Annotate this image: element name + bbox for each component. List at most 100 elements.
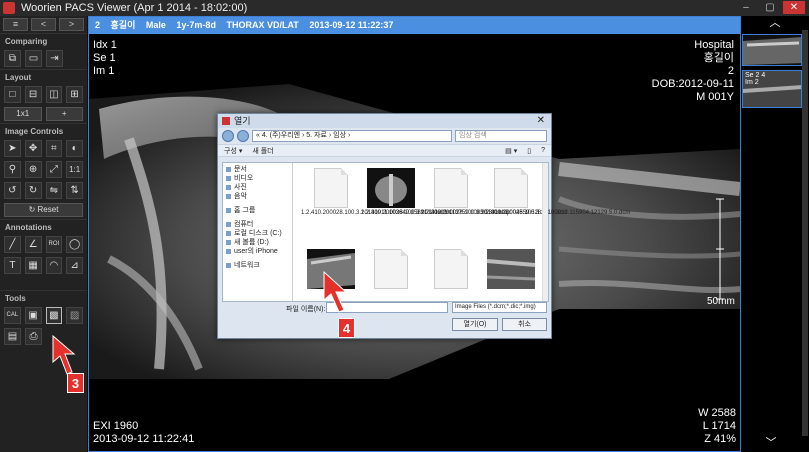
pointer-icon[interactable]: ➤ — [4, 140, 21, 157]
calibration-icon[interactable]: CAL — [4, 307, 21, 324]
layout-add-button[interactable]: + — [45, 107, 83, 121]
thumb-series-label: Se 2 4 — [745, 72, 766, 79]
open-file-dialog: 열기 ✕ « 4. (주)우리엔 › 5. 자료 › 임상 › 임상 검색 구성… — [217, 113, 630, 339]
section-image-controls: Image Controls — [0, 123, 87, 138]
nav-volume-d[interactable]: 새 볼륨 (D:) — [226, 238, 289, 247]
roi-curve-icon[interactable]: ◠ — [45, 257, 63, 274]
file-name: 1.2.410.200028.100.3.20130912.004559.528… — [421, 210, 568, 216]
thumbnail-scrollbar[interactable] — [802, 30, 808, 436]
report-icon[interactable]: ▤ — [4, 328, 21, 345]
text-icon[interactable]: T — [4, 257, 21, 274]
dialog-app-icon — [222, 117, 230, 125]
nav-pictures[interactable]: 사진 — [226, 183, 289, 192]
filetype-select[interactable]: Image Files (*.dcm;*.dic;*.img) — [452, 302, 547, 313]
file-item[interactable] — [421, 249, 481, 291]
roi-rect-icon[interactable]: ROI — [45, 236, 63, 253]
layout-2v-icon[interactable]: ◫ — [45, 86, 63, 103]
dcm-file-icon — [494, 168, 528, 208]
zoom-area-icon[interactable]: ⊕ — [24, 161, 42, 178]
hamburger-menu-icon[interactable]: ≡ — [3, 18, 28, 31]
file-item[interactable] — [361, 249, 421, 291]
maximize-button[interactable]: ▢ — [759, 1, 781, 14]
overlay-window: W 2588 — [698, 407, 736, 419]
help-icon[interactable]: ? — [541, 147, 545, 154]
overlay-patient-id: 2 — [727, 65, 734, 77]
nav-videos[interactable]: 비디오 — [226, 174, 289, 183]
export-image-icon[interactable]: ▨ — [66, 307, 83, 324]
invert-icon[interactable]: ◐ — [66, 140, 83, 157]
cancel-button[interactable]: 취소 — [502, 318, 547, 331]
info-study: THORAX VD/LAT — [226, 20, 299, 30]
section-comparing: Comparing — [0, 33, 87, 48]
file-item[interactable] — [481, 249, 541, 291]
roi-ellipse-icon[interactable]: ◯ — [66, 236, 83, 253]
file-item[interactable]: 1.2.410.200028.100.3.20130912.004559.528… — [421, 168, 568, 217]
minimize-button[interactable]: – — [735, 1, 757, 14]
scroll-down-icon[interactable]: ﹀ — [741, 436, 801, 450]
open-button[interactable]: 열기(O) — [452, 318, 498, 331]
nav-homegroup[interactable]: 홈 그룹 — [226, 206, 289, 215]
preview-pane-icon[interactable]: ▯ — [527, 147, 531, 155]
layout-1x1-button[interactable]: 1x1 — [4, 107, 42, 121]
close-button[interactable]: ✕ — [783, 1, 805, 14]
layout-4-icon[interactable]: ⊞ — [66, 86, 83, 103]
reset-label: Reset — [37, 205, 59, 214]
save-icon[interactable]: ▣ — [24, 307, 42, 324]
file-item[interactable]: 1.2.410.200028.100.3.20130911.103649.158… — [301, 168, 451, 217]
scale-1-1-icon[interactable]: 1:1 — [66, 161, 83, 178]
nav-local-disk-c[interactable]: 로컬 디스크 (C:) — [226, 229, 289, 238]
path-bar[interactable]: « 4. (주)우리엔 › 5. 자료 › 임상 › — [252, 130, 452, 142]
print-icon[interactable]: ⎙ — [25, 328, 42, 345]
fit-icon[interactable]: ⤢ — [45, 161, 63, 178]
crop-icon[interactable]: ⌗ — [45, 140, 63, 157]
back-icon[interactable] — [222, 130, 234, 142]
file-item[interactable]: 1.2.410.200028.100.3.20130911.113759.108… — [361, 168, 511, 217]
rotate-left-icon[interactable]: ↺ — [4, 182, 21, 199]
layout-2h-icon[interactable]: ⊟ — [24, 86, 42, 103]
rotate-right-icon[interactable]: ↻ — [24, 182, 42, 199]
compare-icon[interactable]: ⧉ — [4, 50, 21, 67]
dialog-title: 열기 — [234, 116, 251, 126]
angle-icon[interactable]: ∠ — [24, 236, 42, 253]
dialog-close-icon[interactable]: ✕ — [537, 114, 545, 128]
reset-button[interactable]: ↻ Reset — [4, 203, 83, 217]
export-icon[interactable]: ⇥ — [46, 50, 63, 67]
flip-v-icon[interactable]: ⇅ — [66, 182, 83, 199]
nav-network[interactable]: 네트워크 — [226, 261, 289, 270]
overlay-exposure: EXI 1960 — [93, 420, 139, 432]
nav-music[interactable]: 음악 — [226, 192, 289, 201]
line-icon[interactable]: ╱ — [4, 236, 21, 253]
zoom-icon[interactable]: ⚲ — [4, 161, 21, 178]
organize-menu[interactable]: 구성 ▾ — [224, 146, 242, 156]
next-button[interactable]: > — [59, 18, 84, 31]
nav-documents[interactable]: 문서 — [226, 165, 289, 174]
series-thumbnail-2[interactable]: Se 2 4 Im 2 — [742, 70, 802, 108]
overlay-image: Im 1 — [93, 65, 115, 77]
prev-button[interactable]: < — [31, 18, 56, 31]
flip-h-icon[interactable]: ⇋ — [45, 182, 63, 199]
search-input[interactable]: 임상 검색 — [455, 130, 547, 142]
pan-icon[interactable]: ✥ — [24, 140, 42, 157]
cobb-icon[interactable]: ⊿ — [66, 257, 83, 274]
file-name: 1.2.410.200028.100.3.20130911.103649.158… — [301, 210, 451, 216]
import-image-icon[interactable]: ▩ — [45, 307, 63, 324]
app-icon — [3, 2, 15, 14]
view-options-icon[interactable]: ▤ ▾ — [505, 147, 517, 155]
file-item[interactable]: 1.2.410.200028.100.3.20130912.115904.121… — [481, 168, 630, 217]
grid-annot-icon[interactable]: ▦ — [24, 257, 42, 274]
open-folder-icon[interactable]: ▭ — [25, 50, 42, 67]
nav-iphone[interactable]: user의 iPhone — [226, 247, 289, 256]
new-folder-button[interactable]: 새 폴더 — [252, 146, 273, 156]
layout-1-icon[interactable]: □ — [4, 86, 21, 103]
scroll-up-icon[interactable]: ︿ — [741, 16, 809, 30]
dialog-titlebar: 열기 ✕ — [218, 114, 551, 128]
overlay-bottom-right: W 2588 L 1714 Z 41% — [698, 407, 736, 446]
info-age: 1y-7m-8d — [176, 20, 216, 30]
forward-icon[interactable] — [237, 130, 249, 142]
file-name: 1.2.410.200028.100.3.20130911.113759.108… — [361, 210, 511, 216]
series-thumbnail-1[interactable] — [742, 34, 802, 66]
overlay-top-right: Hospital 홍길이 2 DOB:2012-09-11 M 001Y — [652, 39, 734, 104]
info-datetime: 2013-09-12 11:22:37 — [309, 20, 394, 30]
nav-computer[interactable]: 컴퓨터 — [226, 220, 289, 229]
file-list-scrollbar[interactable] — [542, 163, 548, 301]
